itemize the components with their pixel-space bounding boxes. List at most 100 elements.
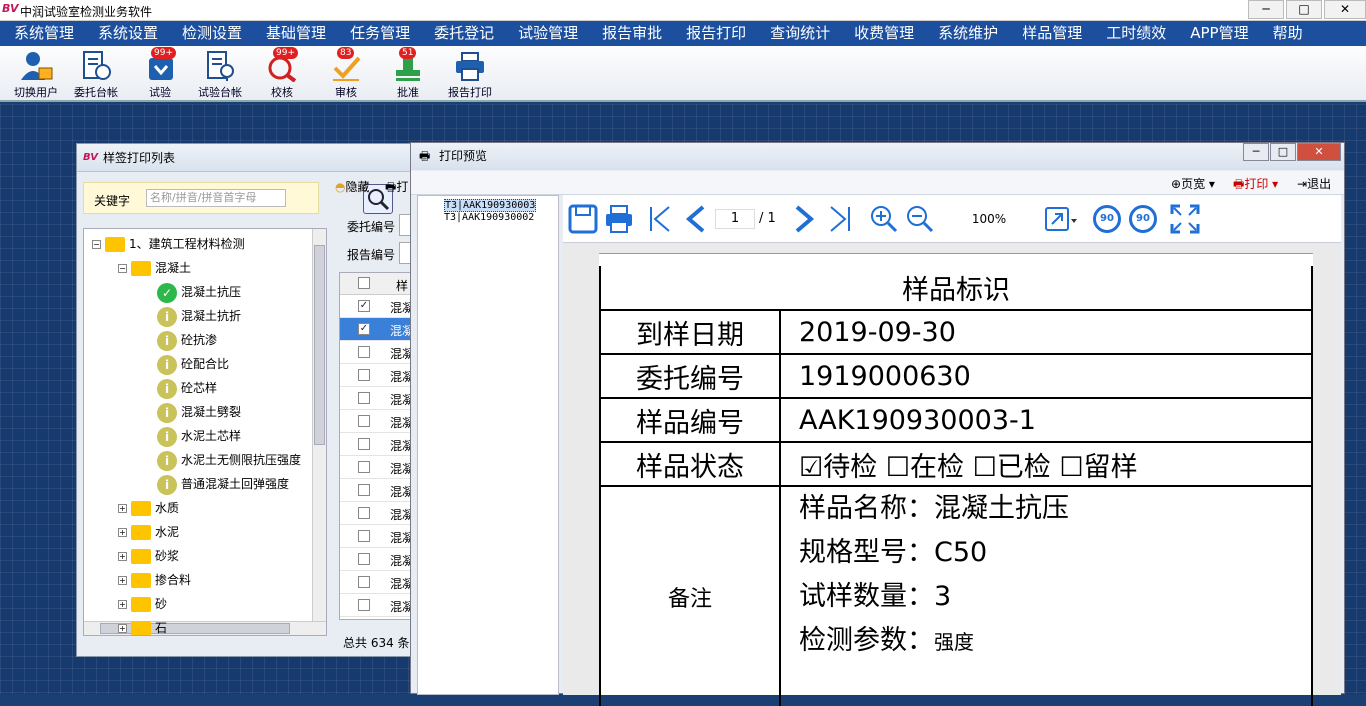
menu-item[interactable]: 帮助	[1259, 21, 1313, 46]
table-row[interactable]: 混凝	[340, 433, 414, 456]
menu-item[interactable]: 任务管理	[336, 21, 420, 46]
exit-button[interactable]: ⇥退出	[1297, 175, 1331, 192]
table-row[interactable]: 混凝	[340, 525, 414, 548]
fit-page-dropdown[interactable]	[1043, 204, 1079, 237]
row-checkbox[interactable]	[358, 438, 370, 450]
previous-page-button[interactable]	[683, 203, 709, 238]
tree-vertical-scrollbar[interactable]	[312, 229, 326, 621]
maximize-button[interactable]: □	[1270, 143, 1296, 161]
table-row[interactable]: 混凝	[340, 387, 414, 410]
tree-node[interactable]: − 混凝土	[118, 257, 191, 279]
row-checkbox[interactable]	[358, 553, 370, 565]
menu-item[interactable]: 系统设置	[84, 21, 168, 46]
row-checkbox[interactable]: ✓	[358, 300, 370, 312]
tree-node[interactable]: i 砼配合比	[144, 353, 229, 375]
table-row[interactable]: 混凝	[340, 479, 414, 502]
print-dropdown[interactable]: 🖶打印 ▾	[1233, 175, 1278, 196]
close-button[interactable]: ✕	[1297, 143, 1341, 161]
list-item[interactable]: T3|AAK190930002	[418, 212, 558, 224]
minimize-button[interactable]: ─	[1248, 0, 1284, 19]
tree-node[interactable]: + 水泥	[118, 521, 179, 543]
print-button[interactable]: 🖶打	[385, 178, 408, 199]
commission-ledger-button[interactable]: 委托台帐	[66, 48, 126, 100]
menu-item[interactable]: 检测设置	[168, 21, 252, 46]
expand-icon[interactable]: +	[118, 504, 127, 513]
row-checkbox[interactable]	[358, 461, 370, 473]
expand-icon[interactable]: +	[118, 600, 127, 609]
tree-node[interactable]: + 砂浆	[118, 545, 179, 567]
table-row[interactable]: 混凝	[340, 456, 414, 479]
review-button[interactable]: 83 审核	[316, 47, 376, 100]
menu-item[interactable]: 查询统计	[756, 21, 840, 46]
row-checkbox[interactable]	[358, 415, 370, 427]
category-tree[interactable]: − 1、建筑工程材料检测 − 混凝土 ✓ 混凝土抗压 i 混凝土抗折 i 砼抗渗 i 砼配合比 i 砼芯样…	[83, 228, 327, 636]
tree-node[interactable]: i 混凝土劈裂	[144, 401, 241, 423]
tree-node[interactable]: + 石	[118, 617, 167, 635]
fullscreen-button[interactable]	[1169, 203, 1201, 238]
row-checkbox[interactable]	[358, 576, 370, 588]
page-number-input[interactable]: 1	[715, 209, 755, 229]
tree-node[interactable]: i 混凝土抗折	[144, 305, 241, 327]
tree-node[interactable]: i 砼芯样	[144, 377, 217, 399]
approve-button[interactable]: 51 批准	[378, 47, 438, 100]
expand-icon[interactable]: +	[118, 576, 127, 585]
row-checkbox[interactable]	[358, 530, 370, 542]
scroll-thumb[interactable]	[314, 245, 325, 445]
menu-item[interactable]: 工时绩效	[1092, 21, 1176, 46]
table-row[interactable]: 混凝	[340, 502, 414, 525]
tree-node[interactable]: + 水质	[118, 497, 179, 519]
rotate-left-button[interactable]: 90	[1093, 205, 1121, 233]
save-button[interactable]	[567, 203, 599, 238]
menu-item[interactable]: 报告审批	[588, 21, 672, 46]
report-print-button[interactable]: 报告打印	[440, 48, 500, 100]
zoom-out-button[interactable]	[905, 204, 935, 237]
test-ledger-button[interactable]: 试验台帐	[190, 48, 250, 100]
sample-grid[interactable]: 样 ✓ 混凝 ✓ 混凝 混凝 混凝 混凝 混凝 混凝 混凝 混凝 混凝 混凝 混凝 混凝 混凝	[339, 272, 415, 620]
table-row[interactable]: 混凝	[340, 548, 414, 571]
collapse-icon[interactable]: −	[118, 264, 127, 273]
first-page-button[interactable]	[647, 203, 673, 238]
minimize-button[interactable]: ─	[1243, 143, 1269, 161]
menu-item[interactable]: 试验管理	[504, 21, 588, 46]
verify-button[interactable]: 99+ 校核	[252, 47, 312, 100]
row-checkbox[interactable]	[358, 392, 370, 404]
tree-node[interactable]: i 普通混凝土回弹强度	[144, 473, 289, 495]
menu-item[interactable]: 基础管理	[252, 21, 336, 46]
table-row[interactable]: 混凝	[340, 410, 414, 433]
hide-button[interactable]: ◓隐藏	[335, 178, 370, 195]
menu-item[interactable]: 委托登记	[420, 21, 504, 46]
last-page-button[interactable]	[827, 203, 853, 238]
menu-item[interactable]: APP管理	[1176, 21, 1258, 46]
tree-node[interactable]: ✓ 混凝土抗压	[144, 281, 241, 303]
row-checkbox[interactable]: ✓	[358, 323, 370, 335]
tree-node[interactable]: + 砂	[118, 593, 167, 615]
menu-item[interactable]: 报告打印	[672, 21, 756, 46]
close-button[interactable]: ✕	[1324, 0, 1366, 19]
zoom-in-button[interactable]	[869, 204, 899, 237]
preview-item-list[interactable]: T3|AAK190930003 T3|AAK190930002	[417, 195, 559, 695]
page-view-dropdown[interactable]: ⊕页宽 ▾	[1171, 175, 1215, 192]
select-all-checkbox[interactable]	[358, 277, 370, 289]
print-button[interactable]	[603, 203, 635, 238]
list-item[interactable]: T3|AAK190930003	[418, 199, 558, 212]
menu-item[interactable]: 样品管理	[1008, 21, 1092, 46]
tree-node[interactable]: i 水泥土芯样	[144, 425, 241, 447]
switch-user-button[interactable]: 切换用户	[6, 48, 66, 100]
zoom-level[interactable]: 100%	[943, 209, 1035, 229]
tree-node[interactable]: − 1、建筑工程材料检测	[92, 233, 245, 255]
row-checkbox[interactable]	[358, 507, 370, 519]
menu-item[interactable]: 收费管理	[840, 21, 924, 46]
test-button[interactable]: 99+ 试验	[130, 47, 190, 100]
table-row[interactable]: 混凝	[340, 571, 414, 594]
expand-icon[interactable]: +	[118, 624, 127, 633]
table-row[interactable]: 混凝	[340, 364, 414, 387]
tree-node[interactable]: + 掺合料	[118, 569, 191, 591]
keyword-input[interactable]: 名称/拼音/拼音首字母	[146, 189, 286, 207]
row-checkbox[interactable]	[358, 599, 370, 611]
next-page-button[interactable]	[791, 203, 817, 238]
document-viewport[interactable]: 样品标识 到样日期 2019-09-30 委托编号 1919000630 样品编…	[563, 243, 1341, 706]
table-row[interactable]: ✓ 混凝	[340, 318, 414, 341]
maximize-button[interactable]: □	[1286, 0, 1322, 19]
expand-icon[interactable]: +	[118, 552, 127, 561]
menu-item[interactable]: 系统维护	[924, 21, 1008, 46]
